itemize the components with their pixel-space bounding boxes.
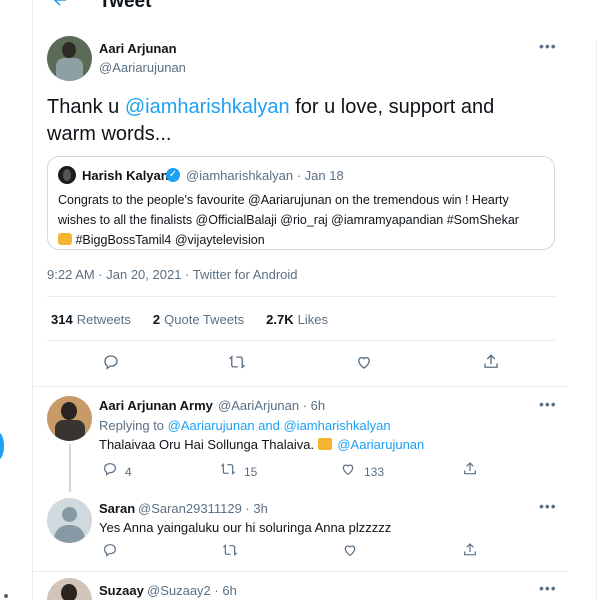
more-icon[interactable]: ••• bbox=[539, 498, 557, 514]
avatar[interactable] bbox=[47, 36, 92, 81]
likes-count: 2.7K bbox=[266, 312, 294, 327]
left-nav-dot bbox=[4, 594, 8, 598]
tweet-meta[interactable]: 9:22 AM · Jan 20, 2021 · Twitter for And… bbox=[47, 267, 298, 282]
reply-author-name[interactable]: Saran bbox=[99, 501, 135, 516]
replying-to: Replying to @Aariarujunan and @iamharish… bbox=[99, 418, 391, 433]
mention-link[interactable]: @Aariarujunan bbox=[337, 437, 424, 452]
share-icon[interactable] bbox=[459, 460, 481, 482]
like-count: 133 bbox=[364, 465, 385, 479]
retweet-icon[interactable] bbox=[226, 353, 248, 375]
quote-avatar bbox=[58, 166, 76, 184]
main-column: Tweet Aari Arjunan @Aariarujunan ••• Tha… bbox=[32, 0, 570, 600]
left-nav-blue-element[interactable] bbox=[0, 432, 4, 460]
quote-text: Congrats to the people's favourite @Aari… bbox=[58, 190, 548, 250]
back-arrow-icon[interactable] bbox=[51, 0, 73, 13]
quote-text-line2: #BiggBossTamil4 @vijaytelevision bbox=[75, 233, 265, 247]
right-sidebar-edge bbox=[596, 40, 600, 600]
reply-handle-time: @Suzaay2 · 6h bbox=[147, 583, 237, 598]
like-icon[interactable] bbox=[339, 541, 361, 563]
retweet-icon[interactable] bbox=[219, 541, 241, 563]
like-icon[interactable] bbox=[353, 353, 375, 375]
quotes-label: Quote Tweets bbox=[164, 312, 245, 327]
likes-stat[interactable]: 2.7K Likes bbox=[266, 312, 328, 327]
thumbs-up-emoji-icon bbox=[58, 233, 72, 245]
share-icon[interactable] bbox=[459, 541, 481, 563]
reply-icon[interactable] bbox=[99, 460, 121, 482]
quote-text-line: Congrats to the people's favourite @Aari… bbox=[58, 193, 519, 227]
replying-label: Replying to bbox=[99, 418, 168, 433]
like-icon[interactable] bbox=[337, 460, 359, 482]
quote-author-name: Harish Kalyan bbox=[82, 168, 169, 183]
heart-hands-emoji-icon bbox=[317, 438, 332, 450]
thread-line bbox=[69, 444, 71, 492]
divider bbox=[47, 296, 555, 297]
divider bbox=[47, 340, 555, 341]
tweet-text-pre: Thank u bbox=[47, 96, 125, 118]
reply-avatar[interactable] bbox=[47, 396, 92, 441]
author-name[interactable]: Aari Arjunan bbox=[99, 41, 177, 56]
reply-author-name[interactable]: Suzaay bbox=[99, 583, 144, 598]
share-icon[interactable] bbox=[480, 353, 502, 375]
reply-icon[interactable] bbox=[99, 541, 121, 563]
divider bbox=[33, 571, 569, 572]
tweet-text: Thank u @iamharishkalyan for u love, sup… bbox=[47, 94, 547, 148]
mention-link[interactable]: @iamharishkalyan bbox=[125, 96, 290, 118]
more-icon[interactable]: ••• bbox=[539, 580, 557, 596]
more-icon[interactable]: ••• bbox=[539, 38, 557, 54]
reply-handle-time: @AariArjunan · 6h bbox=[218, 398, 326, 413]
reply-avatar[interactable] bbox=[47, 578, 92, 600]
reply-text-body: Thalaivaa Oru Hai Sollunga Thalaiva. bbox=[99, 437, 318, 452]
retweet-icon[interactable] bbox=[217, 460, 239, 482]
retweets-count: 314 bbox=[51, 312, 73, 327]
replying-to-links[interactable]: @Aariarujunan and @iamharishkalyan bbox=[168, 418, 391, 433]
right-sidebar bbox=[568, 0, 600, 600]
page-header: Tweet bbox=[33, 0, 569, 14]
reply-text: Yes Anna yaingaluku our hi soluringa Ann… bbox=[99, 520, 392, 535]
likes-label: Likes bbox=[297, 312, 328, 327]
reply-author-name[interactable]: Aari Arjunan Army bbox=[99, 398, 213, 413]
retweets-label: Retweets bbox=[76, 312, 131, 327]
default-avatar[interactable] bbox=[47, 498, 92, 543]
more-icon[interactable]: ••• bbox=[539, 396, 557, 412]
reply-handle-time: @Saran29311129 · 3h bbox=[138, 501, 268, 516]
quotes-count: 2 bbox=[152, 312, 161, 327]
divider bbox=[33, 386, 569, 387]
retweet-count: 15 bbox=[244, 465, 258, 479]
reply-count: 4 bbox=[125, 465, 132, 479]
tweet-stats: 314 Retweets 2 Quote Tweets 2.7K Likes bbox=[51, 312, 328, 327]
retweets-stat[interactable]: 314 Retweets bbox=[51, 312, 131, 327]
page-title: Tweet bbox=[99, 0, 152, 12]
reply-icon[interactable] bbox=[100, 353, 122, 375]
quoted-tweet[interactable]: Harish Kalyan ✓ @iamharishkalyan · Jan 1… bbox=[47, 156, 555, 250]
quote-handle-time: @iamharishkalyan · Jan 18 bbox=[186, 168, 344, 183]
author-handle[interactable]: @Aariarujunan bbox=[99, 60, 186, 75]
verified-icon: ✓ bbox=[166, 168, 180, 182]
reply-text: Thalaivaa Oru Hai Sollunga Thalaiva. @Aa… bbox=[99, 437, 424, 452]
quotes-stat[interactable]: 2 Quote Tweets bbox=[153, 312, 244, 327]
